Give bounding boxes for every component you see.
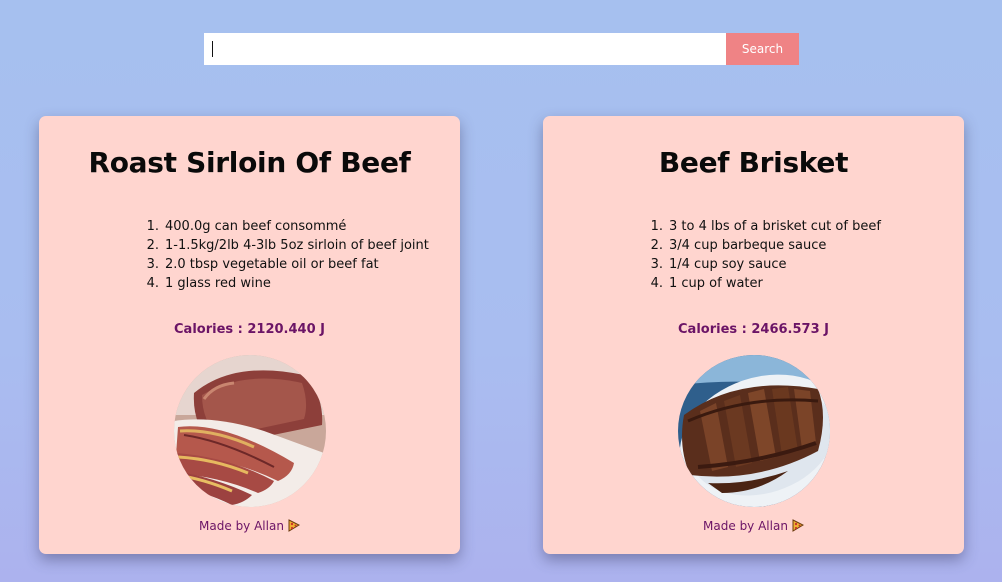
made-by-footer: Made by Allan xyxy=(543,519,964,535)
pizza-icon xyxy=(288,519,300,535)
dish-image-roast-sirloin xyxy=(174,355,326,507)
dish-image-beef-brisket xyxy=(678,355,830,507)
calories-label: Calories : 2466.573 J xyxy=(678,322,829,337)
text-caret xyxy=(212,41,213,57)
list-item: 3. 2.0 tbsp vegetable oil or beef fat xyxy=(146,257,379,272)
list-item: 4. 1 cup of water xyxy=(650,276,763,291)
search-input[interactable] xyxy=(204,33,726,65)
list-item: 2. 3/4 cup barbeque sauce xyxy=(650,238,827,253)
list-item: 4. 1 glass red wine xyxy=(146,276,271,291)
recipe-title: Beef Brisket xyxy=(658,146,849,179)
pizza-icon xyxy=(792,519,804,535)
made-by-footer: Made by Allan xyxy=(39,519,460,535)
list-item: 1. 3 to 4 lbs of a brisket cut of beef xyxy=(650,219,881,234)
ingredient-list: 1. 400.0g can beef consommé 2. 1-1.5kg/2lb… xyxy=(142,217,442,293)
recipe-card-beef-brisket: Beef Brisket 1. 3 to 4 lbs of a brisket c… xyxy=(543,116,964,554)
list-item: 3. 1/4 cup soy sauce xyxy=(650,257,787,272)
search-button[interactable]: Search xyxy=(726,33,799,65)
calories-label: Calories : 2120.440 J xyxy=(174,322,325,337)
search-bar: Search xyxy=(204,33,799,65)
list-item: 1. 400.0g can beef consommé xyxy=(146,219,347,234)
ingredient-list: 1. 3 to 4 lbs of a brisket cut of beef 2.… xyxy=(646,217,946,293)
recipe-title: Roast Sirloin Of Beef xyxy=(88,146,411,179)
list-item: 2. 1-1.5kg/2lb 4-3lb 5oz sirloin of beef … xyxy=(146,238,429,253)
recipe-card-roast-sirloin: Roast Sirloin Of Beef 1. 400.0g can beef … xyxy=(39,116,460,554)
